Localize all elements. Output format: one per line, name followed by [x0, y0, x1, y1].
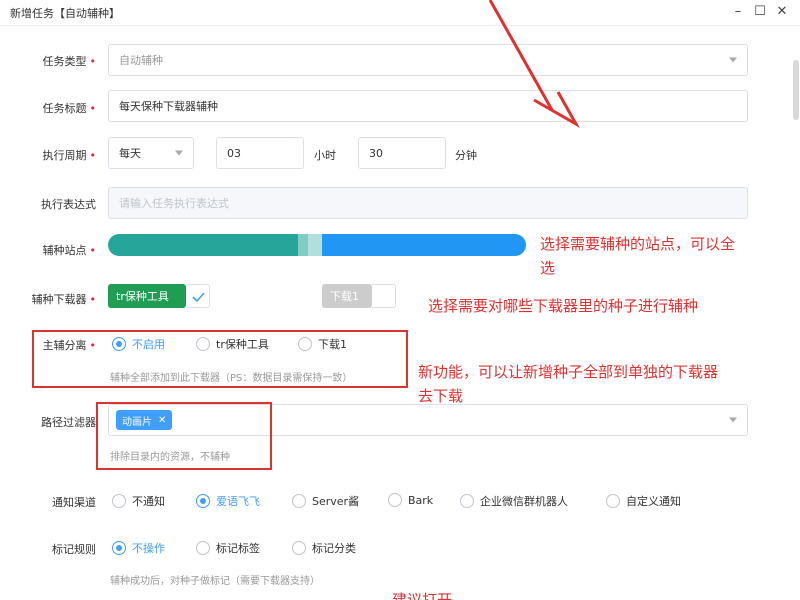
cron-label: 执行表达式: [41, 198, 96, 211]
downloader-check-dl1[interactable]: [372, 284, 396, 308]
site-bar-segment: [298, 234, 308, 256]
schedule-hour-input[interactable]: 03: [216, 137, 304, 169]
mark-hint: 辅种成功后，对种子做标记（需要下载器支持）: [110, 576, 320, 587]
downloader-check-tr[interactable]: [186, 284, 210, 308]
cron-placeholder: 请输入任务执行表达式: [119, 197, 229, 210]
site-bar-segment: [308, 234, 322, 256]
annotation-sites-line1: 选择需要辅种的站点，可以全: [540, 235, 736, 253]
scrollbar-thumb[interactable]: [793, 60, 799, 120]
task-title-input[interactable]: 每天保种下载器辅种: [108, 90, 748, 122]
hour-unit: 小时: [314, 149, 336, 162]
window-titlebar: 新增任务【自动辅种】 – ☐ ✕: [0, 0, 800, 26]
downloader-name: 下载1: [330, 290, 359, 303]
schedule-minute-input[interactable]: 30: [358, 137, 446, 169]
radio-label: 不操作: [132, 542, 165, 555]
task-type-value: 自动辅种: [119, 54, 163, 67]
window-title: 新增任务【自动辅种】: [10, 7, 120, 20]
radio-label: 标记标签: [216, 542, 260, 555]
notify-label: 通知渠道: [52, 496, 96, 509]
cron-input[interactable]: 请输入任务执行表达式: [108, 187, 748, 219]
task-type-select[interactable]: 自动辅种: [108, 44, 748, 76]
downloader-option-dl1[interactable]: 下载1: [322, 284, 372, 308]
close-button[interactable]: ✕: [772, 2, 792, 22]
minute-unit: 分钟: [455, 149, 477, 162]
task-type-label: 任务类型 •: [42, 55, 97, 68]
site-bar-segment: [108, 234, 298, 256]
notify-option-bark[interactable]: Bark: [388, 493, 433, 507]
maximize-button[interactable]: ☐: [750, 2, 770, 22]
mark-option-none[interactable]: 不操作: [112, 540, 165, 556]
radio-icon: [292, 541, 306, 555]
radio-label: 自定义通知: [626, 495, 681, 508]
radio-label: 不通知: [132, 495, 165, 508]
radio-label: Server酱: [312, 495, 360, 508]
radio-selected-icon: [196, 494, 210, 508]
radio-selected-icon: [112, 541, 126, 555]
radio-icon: [388, 493, 402, 507]
annotation-box-path-filter: [96, 402, 272, 470]
downloader-name: tr保种工具: [116, 290, 169, 303]
chevron-down-icon: [175, 150, 183, 156]
chevron-down-icon: [729, 57, 737, 63]
annotation-split-line2: 去下载: [418, 387, 464, 405]
annotation-arrow: [488, 0, 580, 128]
schedule-minute-value: 30: [369, 146, 383, 160]
mark-label: 标记规则: [52, 543, 96, 556]
annotation-bottom: 建议打开: [392, 591, 453, 600]
radio-icon: [112, 494, 126, 508]
downloader-label: 辅种下载器 •: [31, 293, 97, 306]
radio-label: 爱语飞飞: [216, 495, 260, 508]
mark-option-tag[interactable]: 标记标签: [196, 540, 260, 556]
radio-icon: [460, 494, 474, 508]
notify-option-custom[interactable]: 自定义通知: [606, 493, 681, 509]
minimize-button[interactable]: –: [728, 2, 748, 22]
schedule-hour-value: 03: [227, 146, 241, 160]
radio-label: Bark: [408, 493, 434, 507]
annotation-box-split: [32, 330, 408, 388]
site-bar-segment: [322, 234, 526, 256]
radio-icon: [292, 494, 306, 508]
notify-option-serverchan[interactable]: Server酱: [292, 493, 359, 509]
chevron-down-icon: [729, 417, 737, 423]
sites-select-blurred[interactable]: [108, 234, 526, 256]
radio-icon: [606, 494, 620, 508]
task-title-value: 每天保种下载器辅种: [119, 100, 218, 113]
annotation-split: 新功能，可以让新增种子全部到单独的下载器 去下载: [418, 360, 718, 408]
radio-label: 标记分类: [312, 542, 356, 555]
annotation-sites-line2: 选: [540, 259, 556, 277]
check-icon: [192, 292, 205, 303]
annotation-sites: 选择需要辅种的站点，可以全 选: [540, 232, 735, 280]
notify-option-none[interactable]: 不通知: [112, 493, 165, 509]
task-title-label: 任务标题 •: [42, 102, 97, 115]
notify-option-wechat-bot[interactable]: 企业微信群机器人: [460, 493, 568, 509]
mark-option-category[interactable]: 标记分类: [292, 540, 356, 556]
downloader-option-tr[interactable]: tr保种工具: [108, 284, 186, 308]
schedule-label: 执行周期 •: [42, 149, 97, 162]
notify-option-iyuu[interactable]: 爱语飞飞: [196, 493, 260, 509]
radio-icon: [196, 541, 210, 555]
annotation-downloader: 选择需要对哪些下载器里的种子进行辅种: [428, 297, 699, 315]
radio-label: 企业微信群机器人: [480, 495, 568, 508]
annotation-split-line1: 新功能，可以让新增种子全部到单独的下载器: [418, 363, 719, 381]
schedule-period-value: 每天: [119, 147, 141, 160]
path-filter-label: 路径过滤器: [41, 416, 96, 429]
sites-label: 辅种站点 •: [42, 244, 97, 257]
schedule-period-select[interactable]: 每天: [108, 137, 194, 169]
